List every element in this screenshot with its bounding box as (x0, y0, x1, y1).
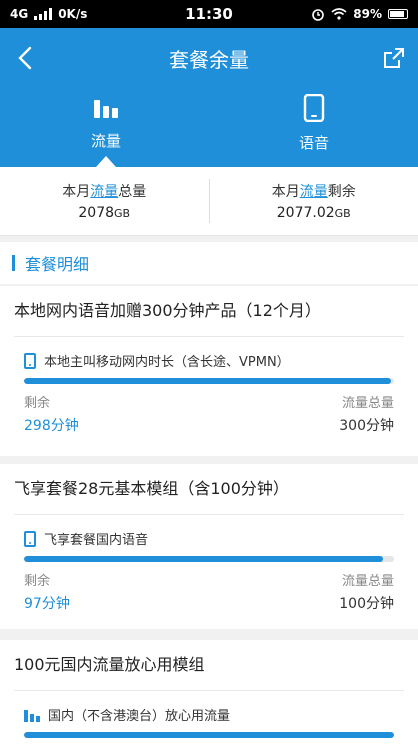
package-item: 本地主叫移动网内时长（含长途、VPMN） (24, 351, 404, 370)
alarm-icon (312, 9, 325, 21)
package-card[interactable]: 本地网内语音加赠300分钟产品（12个月） 本地主叫移动网内时长（含长途、VPM… (0, 286, 418, 456)
traffic-link[interactable]: 流量 (90, 184, 118, 200)
share-icon[interactable] (382, 46, 406, 70)
remain-value: 97分钟 (24, 596, 70, 612)
remain-value: 298分钟 (24, 418, 79, 434)
usage-labels: 剩余 流量总量 (24, 570, 394, 589)
network-type: 4G (10, 7, 29, 21)
package-item-label: 国内（不含港澳台）放心用流量 (48, 709, 231, 724)
remain-label: 剩余 (24, 574, 51, 589)
package-title: 100元国内流量放心用模组 (14, 655, 205, 674)
remain-label: 剩余 (24, 396, 51, 411)
package-item: 国内（不含港澳台）放心用流量 (24, 705, 404, 724)
summary-remaining-value: 2077.02GB (276, 205, 351, 221)
traffic-link[interactable]: 流量 (300, 184, 328, 200)
package-card[interactable]: 飞享套餐28元基本模组（含100分钟） 飞享套餐国内语音 剩余 流量总量 97分… (0, 464, 418, 629)
package-title: 飞享套餐28元基本模组（含100分钟） (14, 479, 289, 498)
tab-traffic[interactable]: 流量 (46, 94, 166, 151)
total-label: 流量总量 (341, 574, 394, 589)
usage-summary: 本月流量总量 2078GB 本月流量剩余 2077.02GB (0, 167, 418, 236)
package-item-label: 飞享套餐国内语音 (44, 533, 149, 548)
tab-indicator (96, 156, 116, 167)
page-title: 套餐余量 (169, 48, 249, 72)
status-left: 4G 0K/s (10, 7, 87, 21)
tab-voice[interactable]: 语音 (254, 93, 374, 153)
network-speed: 0K/s (58, 7, 88, 21)
package-detail: 国内（不含港澳台）放心用流量 (14, 690, 404, 738)
tab-voice-label: 语音 (298, 134, 329, 152)
status-right: 89% (311, 7, 408, 21)
package-title: 本地网内语音加赠300分钟产品（12个月） (14, 301, 321, 320)
usage-progress-bar (24, 378, 394, 384)
battery-percent: 89% (353, 7, 382, 21)
usage-labels: 剩余 流量总量 (24, 392, 394, 411)
total-label: 流量总量 (341, 396, 394, 411)
traffic-chart-icon (94, 100, 118, 118)
wifi-icon (331, 8, 347, 20)
summary-remaining: 本月流量剩余 2077.02GB (210, 167, 418, 235)
usage-values: 298分钟 300分钟 (24, 415, 394, 435)
section-header: 套餐明细 (0, 242, 418, 284)
signal-icon (34, 8, 53, 20)
package-detail: 本地主叫移动网内时长（含长途、VPMN） 剩余 流量总量 298分钟 300分钟 (14, 336, 404, 435)
package-item: 飞享套餐国内语音 (24, 529, 404, 548)
total-value: 300分钟 (339, 418, 394, 434)
summary-total-label: 本月流量总量 (62, 184, 147, 200)
traffic-chart-icon (24, 708, 40, 722)
phone-icon (24, 352, 36, 369)
phone-icon (303, 93, 325, 123)
summary-total: 本月流量总量 2078GB (0, 167, 209, 235)
battery-icon (388, 9, 408, 19)
summary-remaining-label: 本月流量剩余 (271, 184, 356, 200)
usage-progress-bar (24, 556, 394, 562)
app-header: 套餐余量 流量 语音 (0, 28, 418, 167)
usage-progress-bar (24, 732, 394, 738)
phone-icon (24, 530, 36, 547)
summary-total-value: 2078GB (78, 205, 131, 221)
usage-values: 97分钟 100分钟 (24, 593, 394, 613)
package-card[interactable]: 100元国内流量放心用模组 国内（不含港澳台）放心用流量 (0, 640, 418, 750)
tab-traffic-label: 流量 (90, 132, 121, 150)
section-accent-bar (12, 255, 15, 271)
status-bar: 4G 0K/s 11:30 89% (0, 0, 418, 28)
package-detail: 飞享套餐国内语音 剩余 流量总量 97分钟 100分钟 (14, 514, 404, 613)
section-title: 套餐明细 (25, 255, 90, 274)
total-value: 100分钟 (339, 596, 394, 612)
package-item-label: 本地主叫移动网内时长（含长途、VPMN） (44, 355, 290, 370)
